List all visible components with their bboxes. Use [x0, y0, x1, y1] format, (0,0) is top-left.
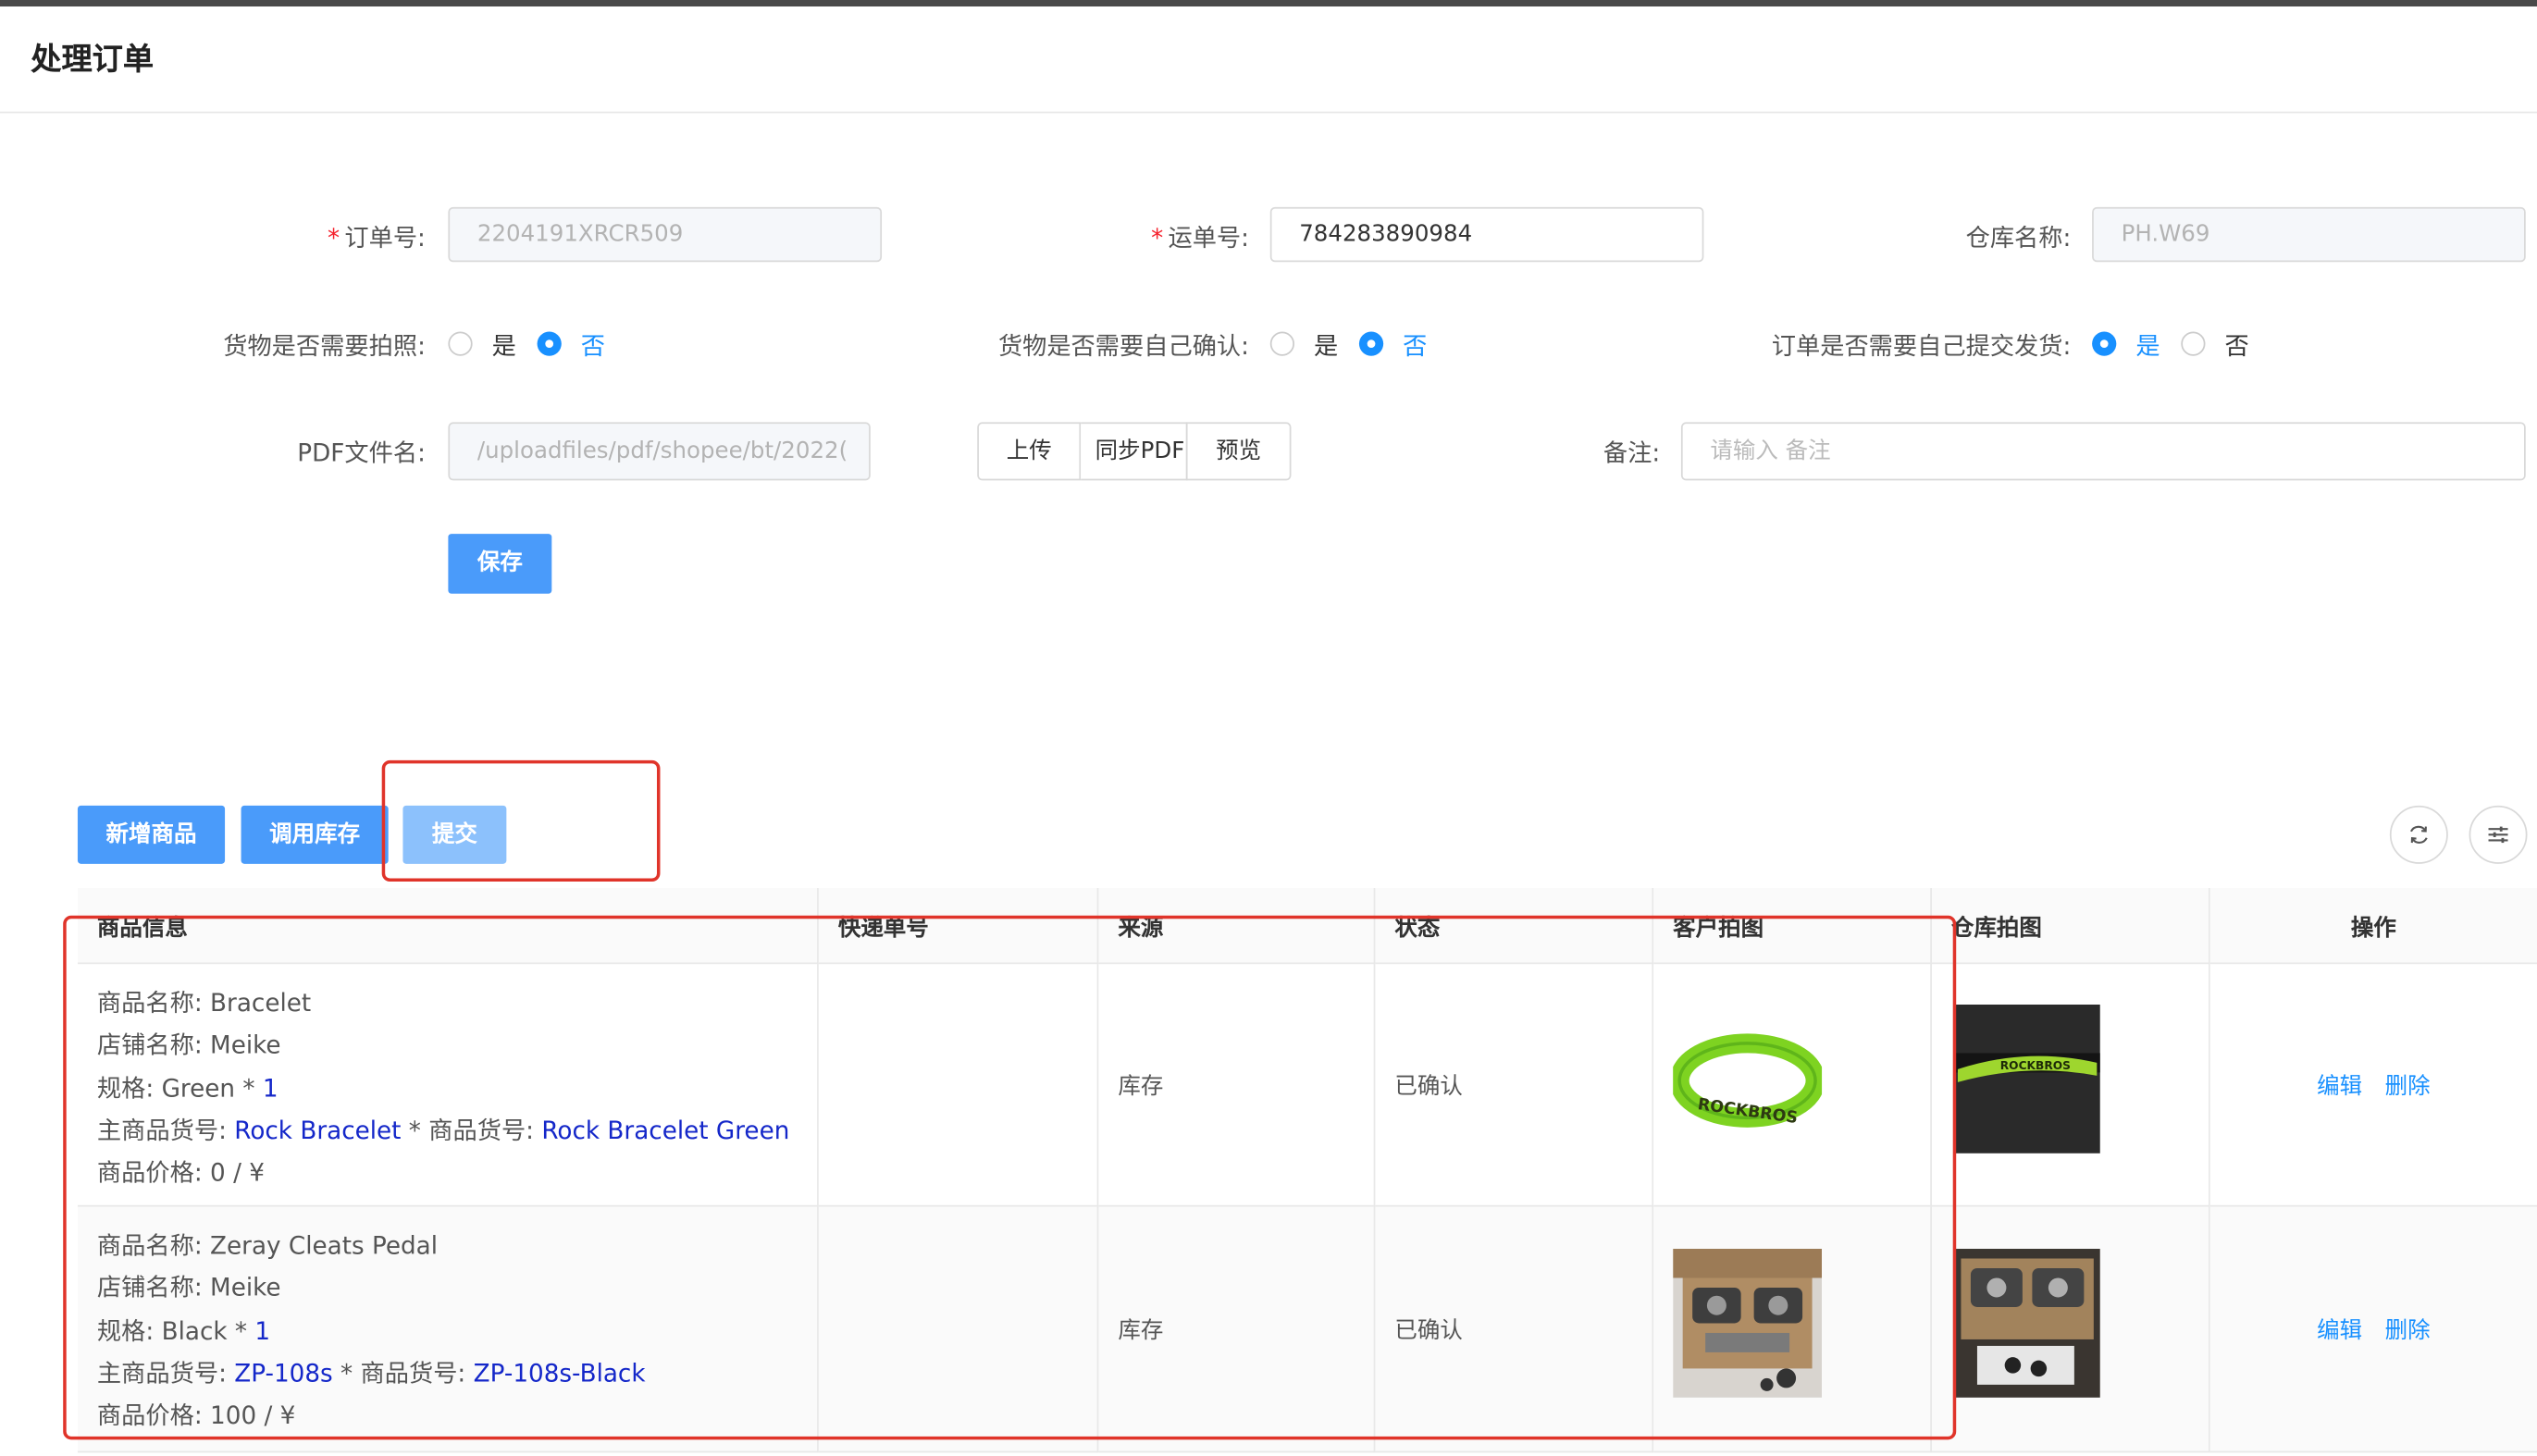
sync-pdf-button[interactable]: 同步PDF — [1081, 422, 1188, 481]
pdf-field[interactable]: /uploadfiles/pdf/shopee/bt/2022( — [448, 422, 871, 481]
warehouse-photo-bracelet[interactable]: ROCKBROS — [1954, 1004, 2100, 1154]
need-photo-yes-radio[interactable] — [448, 331, 473, 356]
page-title: 处理订单 — [31, 42, 155, 78]
column-settings-icon — [2488, 826, 2508, 844]
need-photo-label: 货物是否需要拍照: — [223, 331, 426, 361]
edit-link[interactable]: 编辑 — [2317, 1068, 2362, 1101]
edit-link[interactable]: 编辑 — [2317, 1313, 2362, 1345]
warehouse-photo-cell: ROCKBROS — [1931, 962, 2210, 1207]
need-confirm-no-radio[interactable] — [1358, 331, 1384, 356]
preview-button[interactable]: 预览 — [1185, 422, 1292, 481]
refresh-icon — [2409, 825, 2428, 844]
required-mark: * — [328, 223, 340, 253]
need-confirm-label: 货物是否需要自己确认: — [997, 331, 1250, 361]
delete-link[interactable]: 删除 — [2385, 1313, 2431, 1345]
tracking-no-label: * 运单号: — [1035, 220, 1249, 254]
pdf-label: PDF文件名: — [297, 438, 426, 468]
need-ship-no-radio[interactable] — [2181, 331, 2206, 356]
page: 处理订单 * 订单号: 2204191XRCR509 * 运单号: 78428389… — [0, 0, 2537, 1456]
delete-link[interactable]: 删除 — [2385, 1068, 2431, 1101]
warehouse-photo-pedals[interactable] — [1954, 1249, 2100, 1398]
save-button[interactable]: 保存 — [448, 534, 552, 594]
remark-field[interactable]: 请输入 备注 — [1680, 422, 2526, 481]
warehouse-label: 仓库名称: — [1965, 223, 2072, 253]
actions-cell: 编辑 删除 — [2209, 962, 2537, 1207]
warehouse-photo-cell — [1931, 1206, 2210, 1453]
need-confirm-yes-label[interactable]: 是 — [1314, 328, 1338, 363]
need-photo-no-radio[interactable] — [537, 331, 562, 356]
tracking-no-label-text: 运单号: — [1168, 223, 1250, 253]
order-no-field[interactable]: 2204191XRCR509 — [448, 206, 883, 263]
refresh-button[interactable] — [2389, 805, 2448, 864]
need-confirm-yes-radio[interactable] — [1269, 331, 1294, 356]
top-bar — [0, 0, 2537, 6]
need-ship-label: 订单是否需要自己提交发货: — [1771, 331, 2072, 361]
highlight-table-box — [63, 915, 1957, 1440]
need-ship-yes-radio[interactable] — [2092, 331, 2117, 356]
tracking-no-field[interactable]: 784283890984 — [1269, 206, 1704, 263]
need-confirm-no-label[interactable]: 否 — [1403, 328, 1427, 363]
need-photo-no-label[interactable]: 否 — [581, 328, 605, 363]
warehouse-field[interactable]: PH.W69 — [2092, 206, 2526, 263]
required-mark: * — [1151, 223, 1164, 253]
remark-label: 备注: — [1603, 438, 1661, 468]
highlight-submit-box — [381, 759, 661, 882]
header-divider — [0, 111, 2537, 114]
bracelet-brand-text: ROCKBROS — [2000, 1059, 2071, 1072]
order-no-label: * 订单号: — [194, 220, 426, 254]
use-stock-button[interactable]: 调用库存 — [241, 805, 389, 864]
col-header-warehouse-photo: 仓库拍图 — [1931, 888, 2210, 963]
add-product-button[interactable]: 新增商品 — [77, 805, 226, 864]
col-header-actions: 操作 — [2209, 888, 2537, 963]
need-ship-no-label[interactable]: 否 — [2224, 328, 2248, 363]
need-ship-yes-label[interactable]: 是 — [2135, 328, 2160, 363]
upload-button[interactable]: 上传 — [977, 422, 1082, 481]
column-settings-button[interactable] — [2469, 805, 2528, 864]
actions-cell: 编辑 删除 — [2209, 1206, 2537, 1453]
need-photo-yes-label[interactable]: 是 — [492, 328, 516, 363]
order-no-label-text: 订单号: — [344, 223, 426, 253]
